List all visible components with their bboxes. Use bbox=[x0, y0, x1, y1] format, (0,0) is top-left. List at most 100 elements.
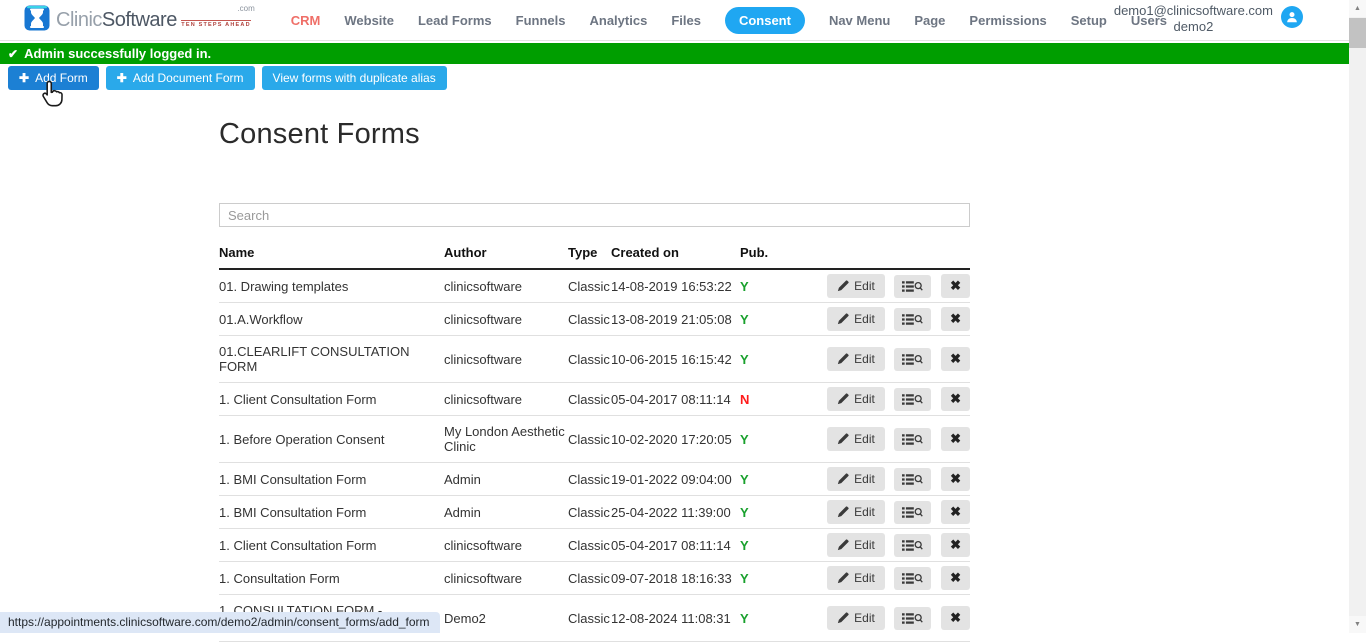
cell-type: Classic bbox=[568, 595, 611, 642]
cell-pub-status: Y bbox=[740, 303, 785, 336]
pencil-icon bbox=[837, 353, 849, 365]
cell-created-on: 10-02-2020 17:20:05 bbox=[611, 416, 740, 463]
cell-author: Demo2 bbox=[444, 595, 568, 642]
pencil-icon bbox=[837, 313, 849, 325]
vertical-scrollbar[interactable]: ▲ ▼ bbox=[1349, 0, 1366, 633]
delete-button[interactable]: ✖ bbox=[941, 606, 970, 630]
cell-author: clinicsoftware bbox=[444, 269, 568, 303]
preview-entries-button[interactable] bbox=[894, 388, 931, 411]
edit-button[interactable]: Edit bbox=[827, 467, 885, 491]
list-search-icon bbox=[902, 353, 923, 366]
preview-entries-button[interactable] bbox=[894, 348, 931, 371]
pencil-icon bbox=[837, 612, 849, 624]
cell-form-name: 1. BMI Consultation Form bbox=[219, 463, 444, 496]
user-area: demo1@clinicsoftware.com demo2 bbox=[1114, 3, 1303, 35]
edit-button[interactable]: Edit bbox=[827, 566, 885, 590]
cell-form-name: 1. Before Operation Consent bbox=[219, 416, 444, 463]
cell-actions: Edit ✖ bbox=[785, 595, 970, 642]
scroll-up-arrow[interactable]: ▲ bbox=[1349, 0, 1366, 17]
edit-button[interactable]: Edit bbox=[827, 500, 885, 524]
cell-pub-status: Y bbox=[740, 595, 785, 642]
edit-button[interactable]: Edit bbox=[827, 606, 885, 630]
pencil-icon bbox=[837, 506, 849, 518]
delete-button[interactable]: ✖ bbox=[941, 307, 970, 331]
preview-entries-button[interactable] bbox=[894, 468, 931, 491]
preview-entries-button[interactable] bbox=[894, 308, 931, 331]
edit-button[interactable]: Edit bbox=[827, 533, 885, 557]
delete-button[interactable]: ✖ bbox=[941, 500, 970, 524]
user-avatar[interactable] bbox=[1281, 6, 1303, 28]
cell-created-on: 05-04-2017 08:11:14 bbox=[611, 529, 740, 562]
table-row: 1. Before Operation Consent My London Ae… bbox=[219, 416, 970, 463]
delete-button[interactable]: ✖ bbox=[941, 347, 970, 371]
cell-created-on: 10-06-2015 16:15:42 bbox=[611, 336, 740, 383]
cell-pub-status: Y bbox=[740, 562, 785, 595]
nav-item-page[interactable]: Page bbox=[914, 13, 945, 28]
delete-button[interactable]: ✖ bbox=[941, 566, 970, 590]
cell-author: clinicsoftware bbox=[444, 336, 568, 383]
list-search-icon bbox=[902, 313, 923, 326]
list-search-icon bbox=[902, 473, 923, 486]
delete-button[interactable]: ✖ bbox=[941, 274, 970, 298]
delete-x-icon: ✖ bbox=[950, 537, 961, 553]
edit-button[interactable]: Edit bbox=[827, 427, 885, 451]
cell-form-name: 01. Drawing templates bbox=[219, 269, 444, 303]
clinicsoftware-logo[interactable]: ClinicSoftware .com TEN STEPS AHEAD bbox=[24, 5, 265, 36]
cell-form-name: 1. Consultation Form bbox=[219, 562, 444, 595]
preview-entries-button[interactable] bbox=[894, 607, 931, 630]
nav-item-lead-forms[interactable]: Lead Forms bbox=[418, 13, 492, 28]
delete-button[interactable]: ✖ bbox=[941, 427, 970, 451]
add-form-button[interactable]: ✚ Add Form bbox=[8, 66, 99, 90]
nav-item-website[interactable]: Website bbox=[344, 13, 394, 28]
nav-item-nav-menu[interactable]: Nav Menu bbox=[829, 13, 890, 28]
user-email: demo1@clinicsoftware.com bbox=[1114, 3, 1273, 19]
cell-actions: Edit ✖ bbox=[785, 416, 970, 463]
search-input[interactable] bbox=[219, 203, 970, 227]
pencil-icon bbox=[837, 473, 849, 485]
delete-x-icon: ✖ bbox=[950, 610, 961, 626]
preview-entries-button[interactable] bbox=[894, 275, 931, 298]
cell-actions: Edit ✖ bbox=[785, 463, 970, 496]
scroll-down-arrow[interactable]: ▼ bbox=[1349, 616, 1366, 633]
nav-item-analytics[interactable]: Analytics bbox=[590, 13, 648, 28]
cell-form-name: 1. Client Consultation Form bbox=[219, 383, 444, 416]
cell-actions: Edit ✖ bbox=[785, 496, 970, 529]
edit-button[interactable]: Edit bbox=[827, 307, 885, 331]
delete-x-icon: ✖ bbox=[950, 471, 961, 487]
cell-created-on: 12-08-2024 11:08:31 bbox=[611, 595, 740, 642]
cell-author: clinicsoftware bbox=[444, 383, 568, 416]
edit-button[interactable]: Edit bbox=[827, 274, 885, 298]
edit-button[interactable]: Edit bbox=[827, 387, 885, 411]
list-search-icon bbox=[902, 506, 923, 519]
preview-entries-button[interactable] bbox=[894, 501, 931, 524]
pencil-icon bbox=[837, 280, 849, 292]
cell-pub-status: Y bbox=[740, 496, 785, 529]
cell-actions: Edit ✖ bbox=[785, 336, 970, 383]
nav-item-setup[interactable]: Setup bbox=[1071, 13, 1107, 28]
delete-button[interactable]: ✖ bbox=[941, 387, 970, 411]
delete-button[interactable]: ✖ bbox=[941, 533, 970, 557]
nav-item-funnels[interactable]: Funnels bbox=[516, 13, 566, 28]
scrollbar-thumb[interactable] bbox=[1349, 18, 1366, 48]
table-row: 01. Drawing templates clinicsoftware Cla… bbox=[219, 269, 970, 303]
cell-type: Classic bbox=[568, 496, 611, 529]
preview-entries-button[interactable] bbox=[894, 567, 931, 590]
nav-item-permissions[interactable]: Permissions bbox=[969, 13, 1046, 28]
cell-form-name: 1. BMI Consultation Form bbox=[219, 496, 444, 529]
cell-actions: Edit ✖ bbox=[785, 529, 970, 562]
pencil-icon bbox=[837, 572, 849, 584]
nav-item-consent[interactable]: Consent bbox=[725, 7, 805, 34]
nav-item-crm[interactable]: CRM bbox=[291, 13, 321, 28]
delete-x-icon: ✖ bbox=[950, 391, 961, 407]
delete-button[interactable]: ✖ bbox=[941, 467, 970, 491]
cell-type: Classic bbox=[568, 529, 611, 562]
table-row: 1. Client Consultation Form clinicsoftwa… bbox=[219, 529, 970, 562]
preview-entries-button[interactable] bbox=[894, 534, 931, 557]
preview-entries-button[interactable] bbox=[894, 428, 931, 451]
delete-x-icon: ✖ bbox=[950, 570, 961, 586]
view-duplicate-alias-button[interactable]: View forms with duplicate alias bbox=[262, 66, 447, 90]
add-document-form-button[interactable]: ✚ Add Document Form bbox=[106, 66, 255, 90]
nav-item-files[interactable]: Files bbox=[671, 13, 701, 28]
cell-actions: Edit ✖ bbox=[785, 269, 970, 303]
edit-button[interactable]: Edit bbox=[827, 347, 885, 371]
